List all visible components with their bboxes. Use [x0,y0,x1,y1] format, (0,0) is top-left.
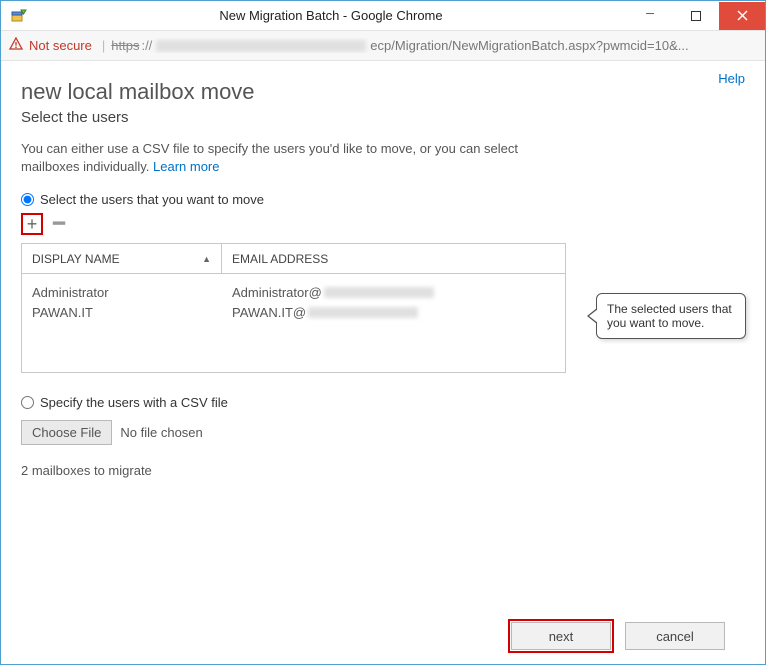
not-secure-icon [9,37,23,54]
url-host-redacted [156,40,366,52]
col-display-name-label: DISPLAY NAME [32,252,120,266]
plus-icon: + [27,215,38,233]
cell-email: Administrator@ [232,285,555,300]
cancel-button[interactable]: cancel [625,622,725,650]
url-scheme: https [111,38,139,53]
radio-select-users[interactable]: Select the users that you want to move [21,192,745,207]
window-controls [627,2,765,30]
chrome-popup-window: New Migration Batch - Google Chrome Not … [0,0,766,665]
cell-display-name: PAWAN.IT [32,305,232,320]
radio-csv[interactable]: Specify the users with a CSV file [21,395,745,410]
radio-csv-input[interactable] [21,396,34,409]
next-button[interactable]: next [511,622,611,650]
radio-csv-label: Specify the users with a CSV file [40,395,228,410]
callout-tooltip: The selected users that you want to move… [596,293,746,339]
user-list-toolbar: + ━ [21,213,745,235]
help-link[interactable]: Help [718,71,745,86]
cell-email: PAWAN.IT@ [232,305,555,320]
choose-file-button[interactable]: Choose File [21,420,112,445]
app-icon [9,6,29,26]
maximize-button[interactable] [673,2,719,30]
url-path: ecp/Migration/NewMigrationBatch.aspx?pwm… [370,38,688,53]
url-display[interactable]: https:// ecp/Migration/NewMigrationBatch… [111,38,757,53]
add-user-button[interactable]: + [21,213,43,235]
migrate-summary: 2 mailboxes to migrate [21,463,745,478]
not-secure-label: Not secure [29,38,92,53]
page-title: new local mailbox move [21,79,745,105]
col-display-name[interactable]: DISPLAY NAME ▲ [22,244,222,273]
email-domain-redacted [308,307,418,318]
file-status: No file chosen [120,425,202,440]
email-prefix: PAWAN.IT@ [232,305,306,320]
radio-select-users-input[interactable] [21,193,34,206]
col-email-label: EMAIL ADDRESS [232,252,328,266]
table-row[interactable]: PAWAN.IT PAWAN.IT@ [32,302,555,322]
minimize-button[interactable] [627,2,673,30]
addr-separator: | [102,38,105,53]
table-body: Administrator Administrator@ PAWAN.IT PA… [22,274,565,330]
page-subtitle: Select the users [21,109,745,126]
wizard-footer: next cancel [21,608,745,664]
radio-select-users-label: Select the users that you want to move [40,192,264,207]
remove-user-button[interactable]: ━ [53,214,65,234]
sort-asc-icon: ▲ [202,254,211,264]
cell-display-name: Administrator [32,285,232,300]
address-bar: Not secure | https:// ecp/Migration/NewM… [1,31,765,61]
page-description: You can either use a CSV file to specify… [21,140,551,176]
email-domain-redacted [324,287,434,298]
col-email[interactable]: EMAIL ADDRESS [222,244,565,273]
users-table: DISPLAY NAME ▲ EMAIL ADDRESS Administrat… [21,243,566,373]
wizard-content: Help new local mailbox move Select the u… [1,61,765,664]
desc-text: You can either use a CSV file to specify… [21,141,518,174]
window-titlebar: New Migration Batch - Google Chrome [1,1,765,31]
close-button[interactable] [719,2,765,30]
table-row[interactable]: Administrator Administrator@ [32,282,555,302]
file-picker: Choose File No file chosen [21,420,745,445]
table-header: DISPLAY NAME ▲ EMAIL ADDRESS [22,244,565,274]
email-prefix: Administrator@ [232,285,322,300]
learn-more-link[interactable]: Learn more [153,159,219,174]
window-title: New Migration Batch - Google Chrome [35,8,627,23]
